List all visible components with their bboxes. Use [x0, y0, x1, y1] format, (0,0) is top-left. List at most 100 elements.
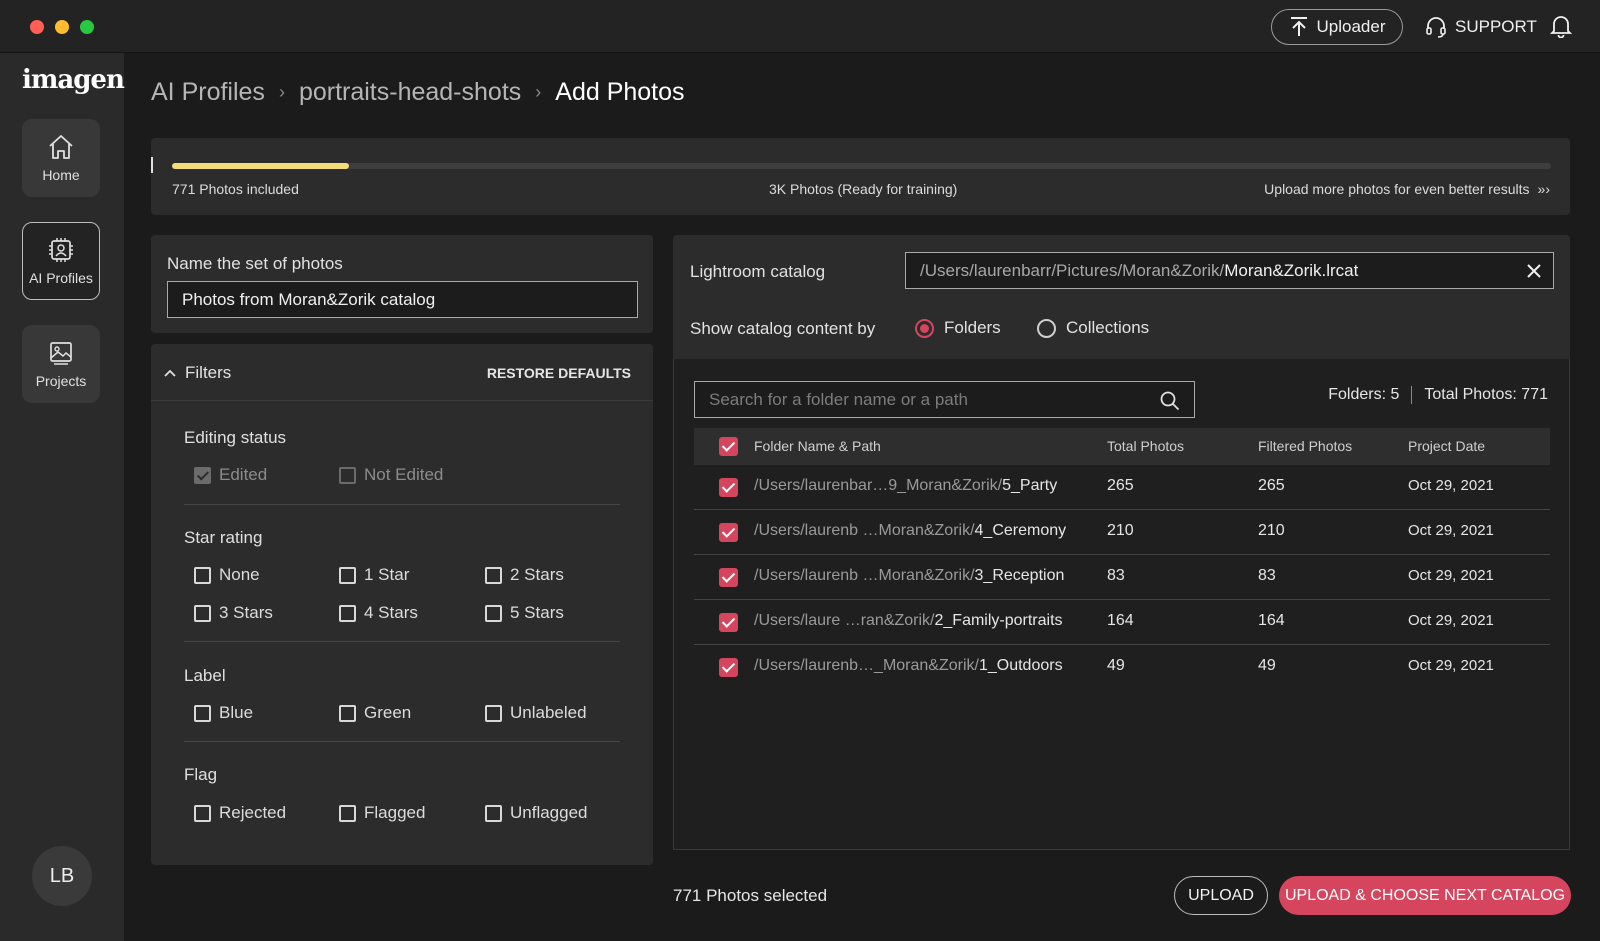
table-row[interactable]: /Users/laure …ran&Zorik/2_Family-portrai… — [694, 600, 1550, 645]
project-date-cell: Oct 29, 2021 — [1408, 522, 1494, 539]
flag-filter-title: Flag — [184, 765, 218, 784]
table-row[interactable]: /Users/laurenb …Moran&Zorik/3_Reception … — [694, 555, 1550, 600]
column-header-date[interactable]: Project Date — [1408, 438, 1485, 454]
project-date-cell: Oct 29, 2021 — [1408, 612, 1494, 629]
sidebar-item-label: Projects — [35, 373, 87, 389]
filter-option-label: Not Edited — [364, 465, 444, 484]
photos-selected-label: 771 Photos selected — [673, 886, 828, 905]
filtered-photos-cell: 265 — [1258, 477, 1285, 494]
row-checkbox[interactable] — [719, 523, 738, 542]
folder-path-cell: /Users/laure …ran&Zorik/2_Family-portrai… — [754, 612, 1063, 629]
sidebar-item-home[interactable]: Home — [22, 119, 100, 197]
radio-collections[interactable]: Collections — [1037, 318, 1149, 338]
folders-count: Folders: 5 — [1328, 386, 1400, 403]
search-placeholder: Search for a folder name or a path — [709, 389, 968, 409]
close-window-button[interactable] — [30, 20, 44, 34]
filters-panel: Filters RESTORE DEFAULTS Editing status … — [151, 344, 653, 865]
user-avatar[interactable]: LB — [32, 846, 92, 906]
upload-arrow-icon — [1290, 17, 1307, 36]
chevron-right-icon: › — [278, 82, 285, 102]
star-rating-title: Star rating — [184, 528, 263, 547]
checkbox[interactable] — [339, 566, 356, 584]
upload-choose-next-catalog-button[interactable]: UPLOAD & CHOOSE NEXT CATALOG — [1279, 876, 1571, 915]
training-threshold-marker — [151, 157, 153, 173]
filter-star-4[interactable]: 4 Stars — [339, 603, 418, 623]
upload-button[interactable]: UPLOAD — [1174, 876, 1268, 915]
column-header-filtered[interactable]: Filtered Photos — [1258, 438, 1352, 454]
notifications-bell-icon[interactable] — [1550, 14, 1572, 38]
search-icon[interactable] — [1160, 391, 1180, 411]
row-checkbox[interactable] — [719, 568, 738, 587]
upload-more-hint[interactable]: Upload more photos for even better resul… — [1264, 181, 1550, 197]
minimize-window-button[interactable] — [55, 20, 69, 34]
filter-flag-flagged[interactable]: Flagged — [339, 803, 425, 823]
checkbox[interactable] — [485, 604, 502, 622]
progress-track — [172, 163, 1551, 169]
set-name-input[interactable]: Photos from Moran&Zorik catalog — [167, 281, 638, 318]
filter-option-label: Unflagged — [510, 803, 588, 822]
sidebar-item-projects[interactable]: Projects — [22, 325, 100, 403]
filter-label-green[interactable]: Green — [339, 703, 411, 723]
checkbox[interactable] — [485, 804, 502, 822]
column-header-total[interactable]: Total Photos — [1107, 438, 1184, 454]
radio-button[interactable] — [1037, 318, 1056, 338]
total-photos-cell: 83 — [1107, 567, 1125, 584]
radio-button[interactable] — [915, 318, 934, 338]
imagen-logo: imagen — [22, 65, 125, 95]
divider — [184, 641, 620, 642]
checkbox[interactable] — [194, 566, 211, 584]
filter-option-label: 3 Stars — [219, 603, 273, 622]
total-photos-cell: 265 — [1107, 477, 1134, 494]
restore-defaults-button[interactable]: RESTORE DEFAULTS — [487, 365, 631, 381]
table-row[interactable]: /Users/laurenb…_Moran&Zorik/1_Outdoors 4… — [694, 645, 1550, 690]
catalog-path-prefix: /Users/laurenbarr/Pictures/Moran&Zorik/ — [920, 260, 1225, 280]
breadcrumb-profile[interactable]: portraits-head-shots — [299, 78, 521, 107]
sidebar: imagen Home AI Profiles Projects LB — [0, 53, 125, 941]
support-link[interactable]: SUPPORT — [1425, 9, 1537, 45]
filter-label-unlabeled[interactable]: Unlabeled — [485, 703, 587, 723]
headset-icon — [1426, 17, 1446, 38]
checkbox[interactable] — [485, 704, 502, 722]
checkbox[interactable] — [485, 566, 502, 584]
filter-star-1[interactable]: 1 Star — [339, 565, 409, 585]
folder-path-cell: /Users/laurenbar…9_Moran&Zorik/5_Party — [754, 477, 1058, 494]
radio-folders[interactable]: Folders — [915, 318, 1001, 338]
folder-search-input[interactable]: Search for a folder name or a path — [694, 381, 1195, 418]
label-filter-title: Label — [184, 666, 226, 685]
not-edited-checkbox — [339, 466, 356, 484]
row-checkbox[interactable] — [719, 658, 738, 677]
filter-label-blue[interactable]: Blue — [194, 703, 253, 723]
checkbox[interactable] — [194, 804, 211, 822]
sidebar-item-ai-profiles[interactable]: AI Profiles — [22, 222, 100, 300]
filter-star-5[interactable]: 5 Stars — [485, 603, 564, 623]
maximize-window-button[interactable] — [80, 20, 94, 34]
table-row[interactable]: /Users/laurenbar…9_Moran&Zorik/5_Party 2… — [694, 465, 1550, 510]
filter-not-edited: Not Edited — [339, 465, 443, 485]
close-icon[interactable] — [1527, 264, 1541, 278]
checkbox[interactable] — [194, 604, 211, 622]
total-photos-cell: 164 — [1107, 612, 1134, 629]
checkbox[interactable] — [339, 604, 356, 622]
folder-path-cell: /Users/laurenb…_Moran&Zorik/1_Outdoors — [754, 657, 1063, 674]
filters-title: Filters — [185, 363, 232, 382]
uploader-button[interactable]: Uploader — [1271, 9, 1403, 45]
checkbox[interactable] — [194, 704, 211, 722]
row-checkbox[interactable] — [719, 478, 738, 497]
checkbox[interactable] — [339, 804, 356, 822]
breadcrumb-ai-profiles[interactable]: AI Profiles — [151, 78, 265, 107]
table-row[interactable]: /Users/laurenb …Moran&Zorik/4_Ceremony 2… — [694, 510, 1550, 555]
filter-star-2[interactable]: 2 Stars — [485, 565, 564, 585]
filters-toggle[interactable]: Filters — [163, 363, 231, 383]
checkbox[interactable] — [339, 704, 356, 722]
catalog-path-input[interactable]: /Users/laurenbarr/Pictures/Moran&Zorik/M… — [905, 252, 1554, 289]
filter-star-none[interactable]: None — [194, 565, 260, 585]
filters-header: Filters RESTORE DEFAULTS — [151, 344, 653, 401]
filter-option-label: Green — [364, 703, 412, 722]
select-all-checkbox[interactable] — [719, 437, 738, 456]
filter-flag-rejected[interactable]: Rejected — [194, 803, 286, 823]
filter-flag-unflagged[interactable]: Unflagged — [485, 803, 588, 823]
total-photos-cell: 49 — [1107, 657, 1125, 674]
column-header-folder[interactable]: Folder Name & Path — [754, 438, 881, 454]
row-checkbox[interactable] — [719, 613, 738, 632]
filter-star-3[interactable]: 3 Stars — [194, 603, 273, 623]
